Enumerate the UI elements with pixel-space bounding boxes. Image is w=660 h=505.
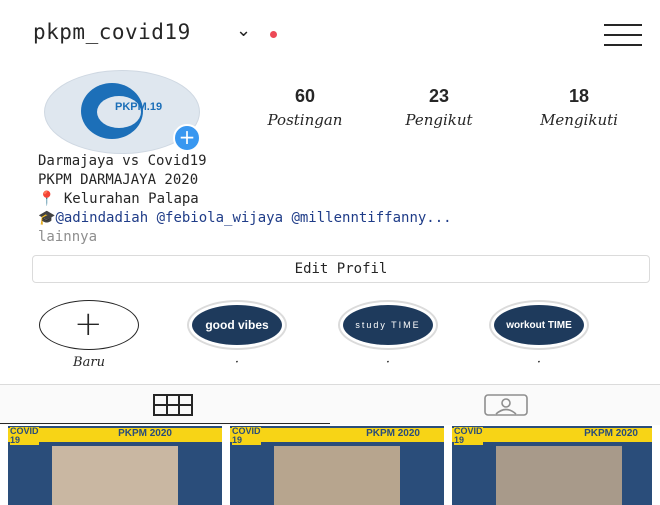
post-covid-badge: COVID 19	[454, 427, 483, 445]
followers-label: Pengikut	[405, 111, 473, 129]
edit-profile-button[interactable]: Edit Profil	[32, 255, 650, 283]
stat-followers[interactable]: 23 Pengikut	[387, 86, 491, 129]
hamburger-menu-icon[interactable]	[604, 24, 642, 46]
posts-count: 60	[294, 86, 316, 106]
profile-page: pkpm_covid19 ⌄ PKPM.19 + 60 Postingan 23…	[0, 0, 660, 505]
chevron-down-icon[interactable]: ⌄	[236, 20, 251, 41]
post-covid-num: 19	[232, 435, 243, 445]
add-story-plus-icon[interactable]: +	[173, 124, 201, 152]
tagged-person-icon[interactable]	[484, 393, 528, 417]
avatar-logo-text: PKPM.19	[115, 101, 163, 113]
highlight-new[interactable]: + Baru	[36, 300, 142, 371]
highlight-label: ·	[234, 355, 240, 370]
plus-icon: +	[74, 304, 103, 344]
bio-more-link[interactable]: lainnya	[38, 228, 452, 247]
bio-line-2: PKPM DARMAJAYA 2020	[38, 172, 199, 188]
graduation-cap-icon: 🎓	[38, 210, 56, 226]
bio-location-text: Kelurahan Palapa	[55, 191, 199, 207]
highlight-cover-study-time: study TIME	[343, 305, 433, 345]
post-banner	[8, 428, 222, 442]
highlight-label: Baru	[73, 355, 105, 370]
post-title: PKPM 2020	[366, 428, 420, 439]
stat-posts[interactable]: 60 Postingan	[253, 86, 357, 129]
profile-header: pkpm_covid19 ⌄	[0, 0, 660, 68]
posts-label: Postingan	[267, 111, 343, 129]
username[interactable]: pkpm_covid19	[33, 20, 191, 44]
highlight-cover-good-vibes: good vibes	[192, 305, 282, 345]
post-thumbnail[interactable]: COVID 19 PKPM 2020	[452, 426, 652, 505]
grid-icon[interactable]	[153, 393, 193, 417]
post-photo	[496, 446, 622, 505]
post-thumbnail[interactable]: COVID 19 PKPM 2020	[8, 426, 222, 505]
highlight-label: ·	[536, 355, 542, 370]
post-covid-badge: COVID 19	[232, 427, 261, 445]
post-thumbnail[interactable]: COVID 19 PKPM 2020	[230, 426, 444, 505]
post-covid-num: 19	[454, 435, 465, 445]
post-title: PKPM 2020	[584, 428, 638, 439]
stat-following[interactable]: 18 Mengikuti	[526, 86, 632, 129]
post-covid-num: 19	[10, 435, 21, 445]
active-tab-indicator	[0, 423, 330, 424]
pin-icon: 📍	[38, 191, 56, 207]
highlight-label: ·	[385, 355, 391, 370]
post-photo	[274, 446, 400, 505]
mentions-link[interactable]: @adindadiah @febiola_wijaya @millenntiff…	[55, 210, 451, 226]
following-count: 18	[568, 86, 590, 106]
highlight-new-circle: +	[39, 300, 139, 350]
bio-line-1: Darmajaya vs Covid19	[38, 153, 207, 169]
profile-bio: Darmajaya vs Covid19 PKPM DARMAJAYA 2020…	[38, 152, 452, 247]
post-title: PKPM 2020	[118, 428, 172, 439]
post-photo	[52, 446, 178, 505]
highlight-circle: workout TIME	[489, 300, 589, 350]
following-label: Mengikuti	[540, 111, 618, 129]
highlight-study-time[interactable]: study TIME ·	[335, 300, 441, 371]
bio-mentions: 🎓@adindadiah @febiola_wijaya @millenntif…	[38, 209, 452, 228]
highlight-circle: study TIME	[338, 300, 438, 350]
post-covid-badge: COVID 19	[10, 427, 39, 445]
followers-count: 23	[428, 86, 450, 106]
profile-tabs	[0, 384, 660, 425]
bio-location: 📍 Kelurahan Palapa	[38, 190, 452, 209]
highlight-circle: good vibes	[187, 300, 287, 350]
notification-dot	[270, 31, 277, 38]
avatar[interactable]: PKPM.19 +	[42, 66, 208, 154]
highlight-cover-workout-time: workout TIME	[494, 305, 584, 345]
highlight-good-vibes[interactable]: good vibes ·	[184, 300, 290, 371]
highlight-workout-time[interactable]: workout TIME ·	[486, 300, 592, 371]
